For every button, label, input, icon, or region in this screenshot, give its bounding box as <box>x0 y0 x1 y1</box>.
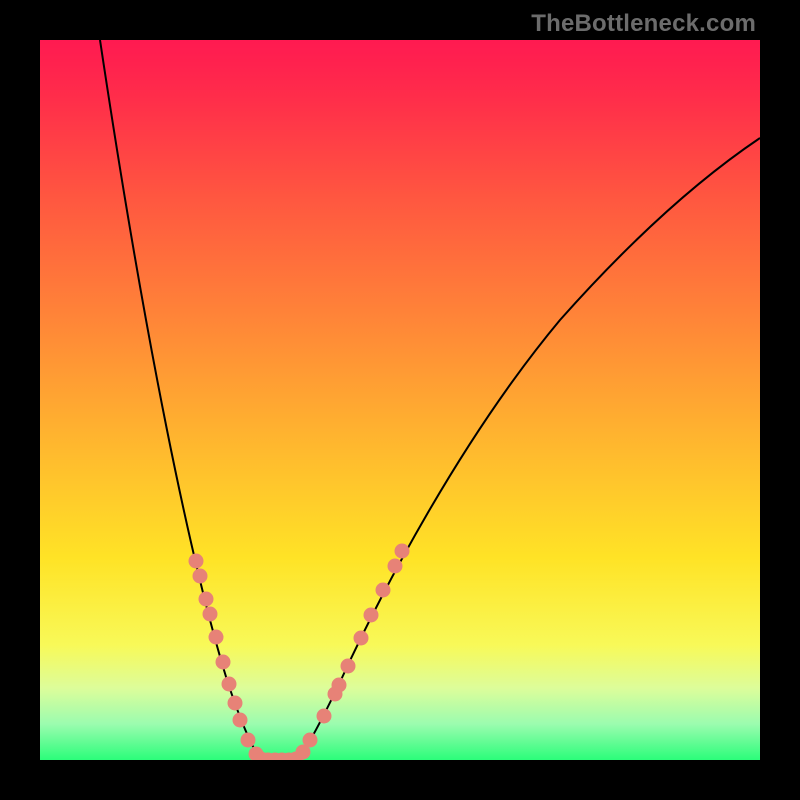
marker-right-7 <box>364 608 379 623</box>
marker-right-6 <box>354 631 369 646</box>
marker-left-0 <box>189 554 204 569</box>
marker-left-6 <box>222 677 237 692</box>
marker-right-2 <box>317 709 332 724</box>
marker-right-10 <box>395 544 410 559</box>
marker-left-3 <box>203 607 218 622</box>
marker-right-9 <box>388 559 403 574</box>
marker-left-4 <box>209 630 224 645</box>
marker-left-2 <box>199 592 214 607</box>
chart-frame: TheBottleneck.com <box>0 0 800 800</box>
curve-left <box>100 40 262 760</box>
marker-right-8 <box>376 583 391 598</box>
watermark-text: TheBottleneck.com <box>531 10 756 38</box>
curves-svg <box>40 40 760 760</box>
marker-right-4 <box>332 678 347 693</box>
marker-right-5 <box>341 659 356 674</box>
marker-left-7 <box>228 696 243 711</box>
marker-right-1 <box>303 733 318 748</box>
plot-area <box>40 40 760 760</box>
markers-group <box>189 544 410 761</box>
curve-right <box>298 138 760 760</box>
marker-left-5 <box>216 655 231 670</box>
marker-left-9 <box>241 733 256 748</box>
marker-left-8 <box>233 713 248 728</box>
marker-left-1 <box>193 569 208 584</box>
